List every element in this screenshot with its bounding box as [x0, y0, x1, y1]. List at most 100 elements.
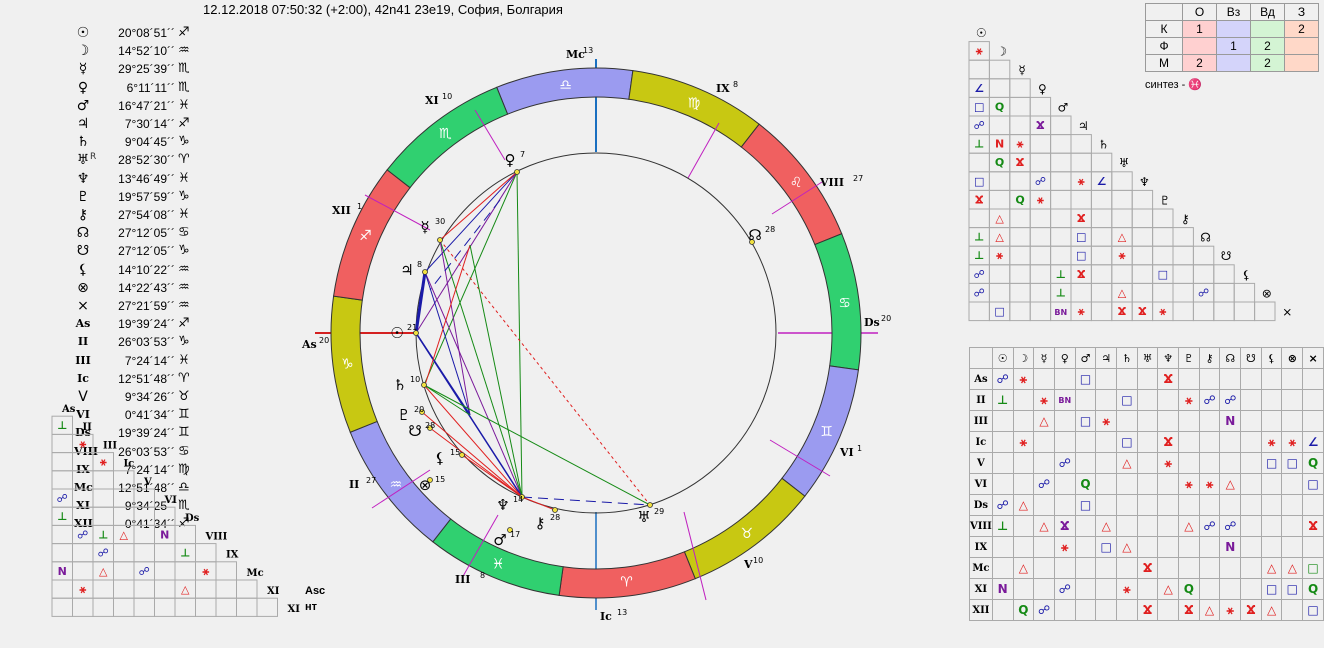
sign-glyph-icon: ♊ — [820, 424, 833, 440]
grid-column-header-icon: ⚷ — [1198, 347, 1221, 369]
aspect-symbol-icon: Ϫ — [1016, 156, 1025, 169]
grid-cell — [1012, 515, 1035, 537]
grid-corner — [969, 347, 993, 369]
aspect-symbol-icon: ☍ — [974, 268, 985, 281]
grid-row-header: XI — [969, 578, 993, 600]
triangle-cell — [1009, 78, 1031, 98]
grid-cell — [1302, 410, 1324, 432]
triangle-cell — [1090, 245, 1113, 266]
triangle-planet-header-icon: ♆ — [1139, 175, 1150, 189]
grid-cell: ☍ — [1198, 515, 1221, 537]
triangle-cell — [1029, 208, 1052, 229]
triangle-cell — [988, 189, 1011, 210]
grid-column-header-icon: ♀ — [1053, 347, 1076, 369]
grid-cell: Q — [1074, 473, 1097, 495]
grid-cell — [1012, 389, 1035, 411]
grid-cell — [1260, 473, 1283, 495]
grid-row-header: IX — [969, 536, 993, 558]
triangle-cell — [1050, 245, 1072, 266]
grid-cell: □ — [1074, 410, 1097, 432]
aspect-symbol-icon: ⚹ — [1118, 249, 1126, 262]
aspect-symbol-icon: ⊥ — [974, 138, 984, 151]
grid-cell: ☍ — [1053, 452, 1076, 474]
planet-degree-label: 29 — [654, 507, 664, 516]
grid-cell — [1178, 368, 1200, 390]
grid-cell: △ — [1157, 578, 1180, 600]
grid-cell — [1198, 452, 1221, 474]
triangle-cell — [968, 208, 990, 229]
grid-cell — [1281, 368, 1304, 390]
house-label: II — [349, 478, 359, 491]
grid-row-header: As — [969, 368, 993, 390]
aspect-symbol-icon: □ — [1158, 268, 1168, 281]
triangle-planet-header-icon: ☉ — [976, 26, 987, 40]
planet-degree-label: 28 — [425, 421, 435, 430]
planet-glyph-icon: ⚷ — [535, 514, 546, 532]
triangle-planet-header-icon: ⨯ — [1282, 305, 1292, 319]
grid-cell — [1178, 536, 1200, 558]
grid-cell — [1116, 473, 1138, 495]
grid-cell: ⚹ — [1012, 431, 1035, 453]
triangle-cell — [1090, 282, 1113, 303]
grid-cell: □ — [1260, 578, 1283, 600]
grid-cell: ⚹ — [1095, 410, 1118, 432]
aspect-symbol-icon: ⚹ — [1077, 175, 1085, 188]
triangle-cell — [1070, 189, 1092, 210]
grid-row-header: VIII — [969, 515, 993, 537]
planet-degree-label: 15 — [450, 448, 460, 457]
grid-cell: △ — [1260, 599, 1283, 621]
grid-cell: ⚹ — [1219, 599, 1242, 621]
triangle-cell — [1029, 264, 1052, 284]
aspect-symbol-icon: N — [995, 138, 1004, 151]
grid-column-header-icon: ☽ — [1012, 347, 1035, 369]
triangle-cell — [1233, 301, 1256, 322]
triangle-cell — [1131, 264, 1154, 284]
grid-cell — [1281, 494, 1304, 516]
planet-degree-label: 15 — [435, 475, 445, 484]
aspect-line — [521, 496, 556, 511]
sign-glyph-icon: ♉ — [740, 526, 753, 542]
grid-column-header-icon: ♇ — [1178, 347, 1200, 369]
grid-cell: △ — [1219, 473, 1242, 495]
grid-cell: △ — [1260, 557, 1283, 579]
triangle-cell — [1213, 301, 1235, 322]
aspect-symbol-icon: □ — [1076, 231, 1086, 244]
aspect-symbol-icon: ∠ — [1097, 175, 1107, 188]
aspect-symbol-icon: ⚹ — [1158, 305, 1166, 318]
triangle-cell — [1070, 134, 1092, 154]
grid-cell: ☍ — [1198, 389, 1221, 411]
grid-cell — [1240, 515, 1262, 537]
triangle-cell — [1029, 152, 1052, 173]
house-planet-aspect-grid: ☉ ☽ ☿ ♀ ♂ ♃ ♄ ♅ ♆ ♇ ⚷ ☊ ☋ ⚸ ⊗ ⨯ As ☍ ⚹ □ Ϫ II ⊥ ⚹ BN □ ⚹ ☍ ☍ III △ □ ⚹ N I… — [969, 347, 1324, 621]
grid-column-header-icon: ☊ — [1219, 347, 1242, 369]
triangle-cell — [968, 59, 990, 80]
grid-cell — [1302, 494, 1324, 516]
aspect-symbol-icon: ☍ — [1198, 286, 1209, 299]
planet-glyph-icon: ♅ — [637, 508, 650, 526]
triangle-planet-header-icon: ♅ — [1119, 156, 1130, 170]
grid-cell: Ϫ — [1178, 599, 1200, 621]
grid-column-header-icon: ☋ — [1240, 347, 1262, 369]
grid-cell — [1240, 389, 1262, 411]
grid-cell: □ — [1302, 557, 1324, 579]
aspect-symbol-icon: ⊥ — [1056, 268, 1066, 281]
triangle-cell — [1070, 152, 1092, 173]
grid-row-header: VI — [969, 473, 993, 495]
grid-cell: □ — [1074, 494, 1097, 516]
planet-dot — [421, 382, 427, 388]
grid-cell — [1219, 368, 1242, 390]
grid-cell: Ϫ — [1157, 431, 1180, 453]
grid-cell — [1095, 599, 1118, 621]
planet-glyph-icon: ⚸ — [435, 449, 446, 467]
grid-column-header-icon: ☿ — [1033, 347, 1055, 369]
aspect-symbol-icon: ☍ — [974, 119, 985, 132]
triangle-cell — [1172, 245, 1194, 266]
aspect-symbol-icon: Ϫ — [975, 193, 984, 206]
triangle-cell — [1009, 115, 1031, 136]
grid-cell: Q — [1178, 578, 1200, 600]
grid-cell: □ — [1281, 578, 1304, 600]
grid-cell — [1033, 431, 1055, 453]
grid-cell — [1240, 473, 1262, 495]
grid-cell: □ — [1116, 389, 1138, 411]
grid-column-header-icon: ⊗ — [1281, 347, 1304, 369]
